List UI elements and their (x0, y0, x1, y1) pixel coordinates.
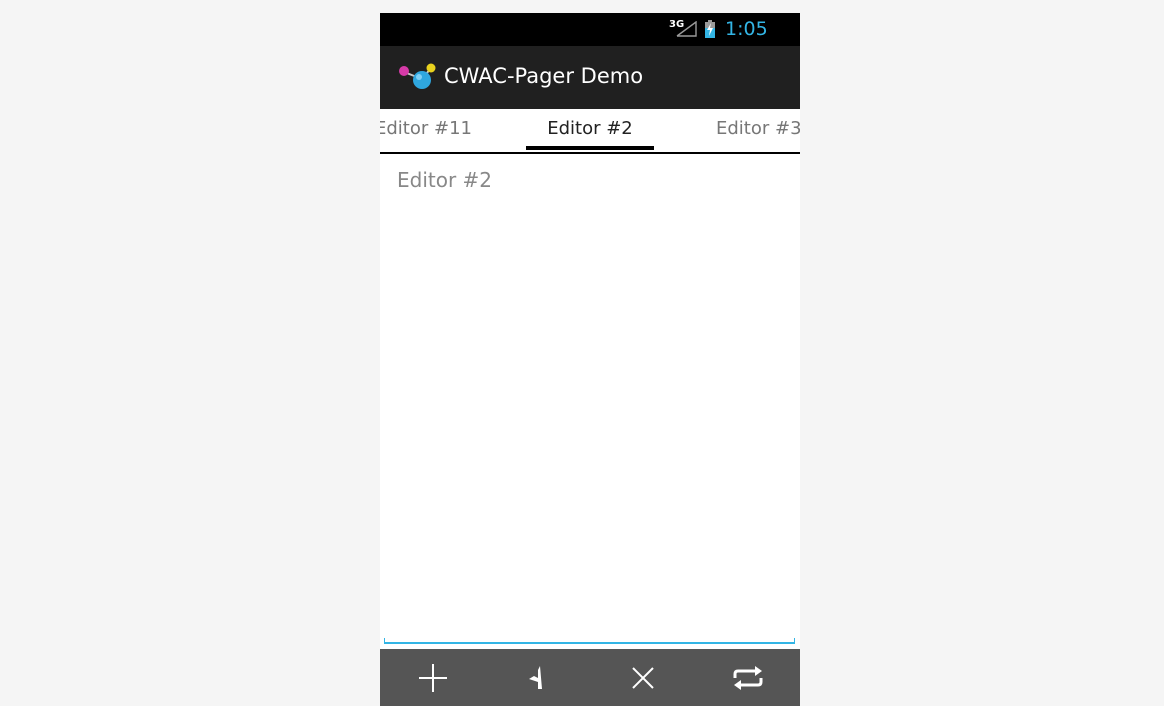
clock-time: 1:05 (725, 18, 768, 40)
signal-icon (676, 21, 697, 37)
app-title: CWAC-Pager Demo (444, 64, 644, 88)
active-tab-indicator (526, 146, 654, 150)
tab-editor-11[interactable]: Editor #11 (380, 118, 479, 139)
swap-icon (733, 665, 762, 690)
tab-editor-2[interactable]: Editor #2 (526, 118, 654, 139)
editor-text-area[interactable]: Editor #2 (380, 154, 800, 644)
editor-text: Editor #2 (397, 168, 493, 192)
tab-editor-3[interactable]: Editor #3 (716, 118, 800, 139)
molecule-app-icon (399, 63, 436, 89)
bottom-action-bar (380, 649, 800, 706)
close-icon (631, 666, 654, 689)
battery-charging-icon (705, 20, 715, 38)
tab-strip: Editor #11 Editor #2 Editor #3 (380, 109, 800, 154)
swap-button[interactable] (695, 649, 800, 706)
split-button[interactable] (485, 649, 590, 706)
close-button[interactable] (590, 649, 695, 706)
status-bar: 3G 1:05 (380, 13, 800, 46)
split-icon (528, 665, 542, 689)
editor-focus-underline (384, 638, 795, 644)
action-bar: CWAC-Pager Demo (380, 46, 800, 109)
add-icon (418, 663, 447, 692)
add-button[interactable] (380, 649, 485, 706)
phone-screen: 3G 1:05 CWAC-Pager Demo Editor #11 Edito… (380, 13, 800, 706)
